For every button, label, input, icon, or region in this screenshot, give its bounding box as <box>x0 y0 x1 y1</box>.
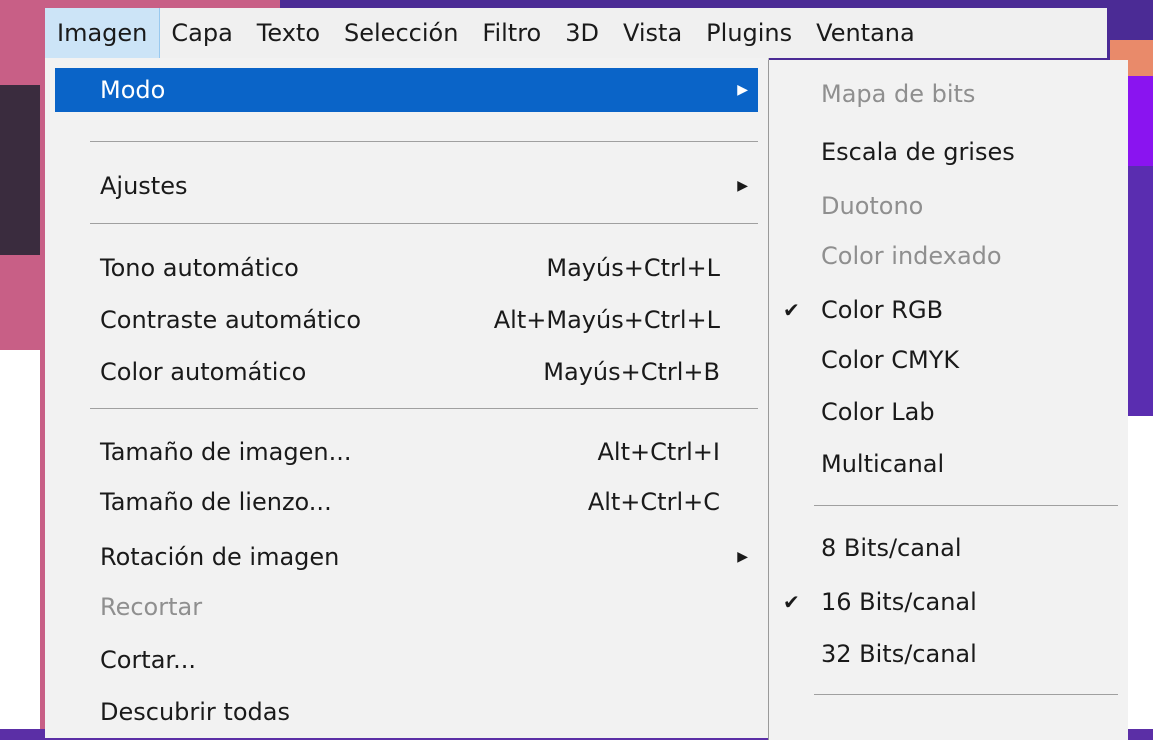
menu-separator <box>90 141 758 142</box>
menu-item-label: Contraste automático <box>100 306 361 334</box>
menu-item-shortcut: Alt+Ctrl+C <box>587 488 720 516</box>
submenu-item-label: 32 Bits/canal <box>821 640 977 668</box>
menu-item-descubrir-todas[interactable]: Descubrir todas <box>55 690 758 734</box>
submenu-item-label: Color CMYK <box>821 346 960 374</box>
menubar-item-filtro[interactable]: Filtro <box>470 8 553 58</box>
menu-item-label: Tono automático <box>100 254 299 282</box>
chevron-right-icon: ▶ <box>737 82 748 98</box>
modo-submenu: Mapa de bits Escala de grises Duotono Co… <box>768 60 1128 740</box>
submenu-item-color-indexado: Color indexado <box>779 234 1118 278</box>
chevron-right-icon: ▶ <box>737 178 748 194</box>
menu-item-cortar[interactable]: Cortar... <box>55 638 758 682</box>
submenu-item-label: Color indexado <box>821 242 1002 270</box>
check-icon: ✔ <box>783 590 800 614</box>
menu-item-rotacion-imagen[interactable]: Rotación de imagen ▶ <box>55 535 758 579</box>
submenu-item-color-cmyk[interactable]: Color CMYK <box>779 338 1118 382</box>
submenu-item-label: 16 Bits/canal <box>821 588 977 616</box>
menubar-item-plugins[interactable]: Plugins <box>694 8 804 58</box>
check-icon: ✔ <box>783 298 800 322</box>
submenu-item-label: Color Lab <box>821 398 935 426</box>
menu-item-color-automatico[interactable]: Color automático Mayús+Ctrl+B <box>55 350 758 394</box>
submenu-item-32-bits[interactable]: 32 Bits/canal <box>779 632 1118 676</box>
menubar-item-seleccion[interactable]: Selección <box>332 8 470 58</box>
submenu-item-label: 8 Bits/canal <box>821 534 962 562</box>
menu-item-modo[interactable]: Modo ▶ <box>55 68 758 112</box>
menu-item-label: Cortar... <box>100 646 196 674</box>
menu-item-tamano-imagen[interactable]: Tamaño de imagen... Alt+Ctrl+I <box>55 430 758 474</box>
submenu-item-multicanal[interactable]: Multicanal <box>779 442 1118 486</box>
imagen-dropdown-menu: Modo ▶ Ajustes ▶ Tono automático Mayús+C… <box>45 58 769 738</box>
menu-item-label: Tamaño de lienzo... <box>100 488 332 516</box>
menu-item-shortcut: Mayús+Ctrl+L <box>546 254 720 282</box>
submenu-item-escala-de-grises[interactable]: Escala de grises <box>779 130 1118 174</box>
menu-item-shortcut: Mayús+Ctrl+B <box>543 358 720 386</box>
menubar-item-3d[interactable]: 3D <box>553 8 611 58</box>
submenu-item-mapa-de-bits: Mapa de bits <box>779 72 1118 116</box>
menu-item-tono-automatico[interactable]: Tono automático Mayús+Ctrl+L <box>55 246 758 290</box>
menubar-item-texto[interactable]: Texto <box>245 8 332 58</box>
submenu-separator <box>814 694 1118 695</box>
chevron-right-icon: ▶ <box>737 549 748 565</box>
menubar-item-capa[interactable]: Capa <box>159 8 244 58</box>
submenu-item-8-bits[interactable]: 8 Bits/canal <box>779 526 1118 570</box>
submenu-item-color-lab[interactable]: Color Lab <box>779 390 1118 434</box>
menu-item-contraste-automatico[interactable]: Contraste automático Alt+Mayús+Ctrl+L <box>55 298 758 342</box>
submenu-item-label: Duotono <box>821 192 924 220</box>
submenu-item-16-bits[interactable]: ✔ 16 Bits/canal <box>779 580 1118 624</box>
submenu-item-label: Escala de grises <box>821 138 1015 166</box>
menu-item-label: Rotación de imagen <box>100 543 340 571</box>
menu-item-label: Descubrir todas <box>100 698 290 726</box>
menubar-item-ventana[interactable]: Ventana <box>804 8 927 58</box>
submenu-item-label: Color RGB <box>821 296 944 324</box>
menu-item-shortcut: Alt+Mayús+Ctrl+L <box>493 306 720 334</box>
menubar-item-vista[interactable]: Vista <box>611 8 694 58</box>
menu-item-recortar: Recortar <box>55 585 758 629</box>
submenu-separator <box>814 505 1118 506</box>
menu-item-label: Ajustes <box>100 172 188 200</box>
menu-item-label: Color automático <box>100 358 307 386</box>
submenu-item-label: Multicanal <box>821 450 945 478</box>
background-dark-strip <box>0 85 40 255</box>
menubar-item-imagen[interactable]: Imagen <box>45 8 161 58</box>
submenu-item-duotono: Duotono <box>779 184 1118 228</box>
background-white-lower <box>0 350 40 729</box>
menu-bar: Imagen Capa Texto Selección Filtro 3D Vi… <box>45 8 1107 58</box>
submenu-item-color-rgb[interactable]: ✔ Color RGB <box>779 288 1118 332</box>
menu-item-label: Modo <box>100 76 166 104</box>
menu-item-shortcut: Alt+Ctrl+I <box>597 438 721 466</box>
menu-item-label: Tamaño de imagen... <box>100 438 352 466</box>
menu-item-label: Recortar <box>100 593 203 621</box>
submenu-item-label: Mapa de bits <box>821 80 976 108</box>
menu-item-ajustes[interactable]: Ajustes ▶ <box>55 164 758 208</box>
menu-separator <box>90 408 758 409</box>
menu-separator <box>90 223 758 224</box>
menu-item-tamano-lienzo[interactable]: Tamaño de lienzo... Alt+Ctrl+C <box>55 480 758 524</box>
